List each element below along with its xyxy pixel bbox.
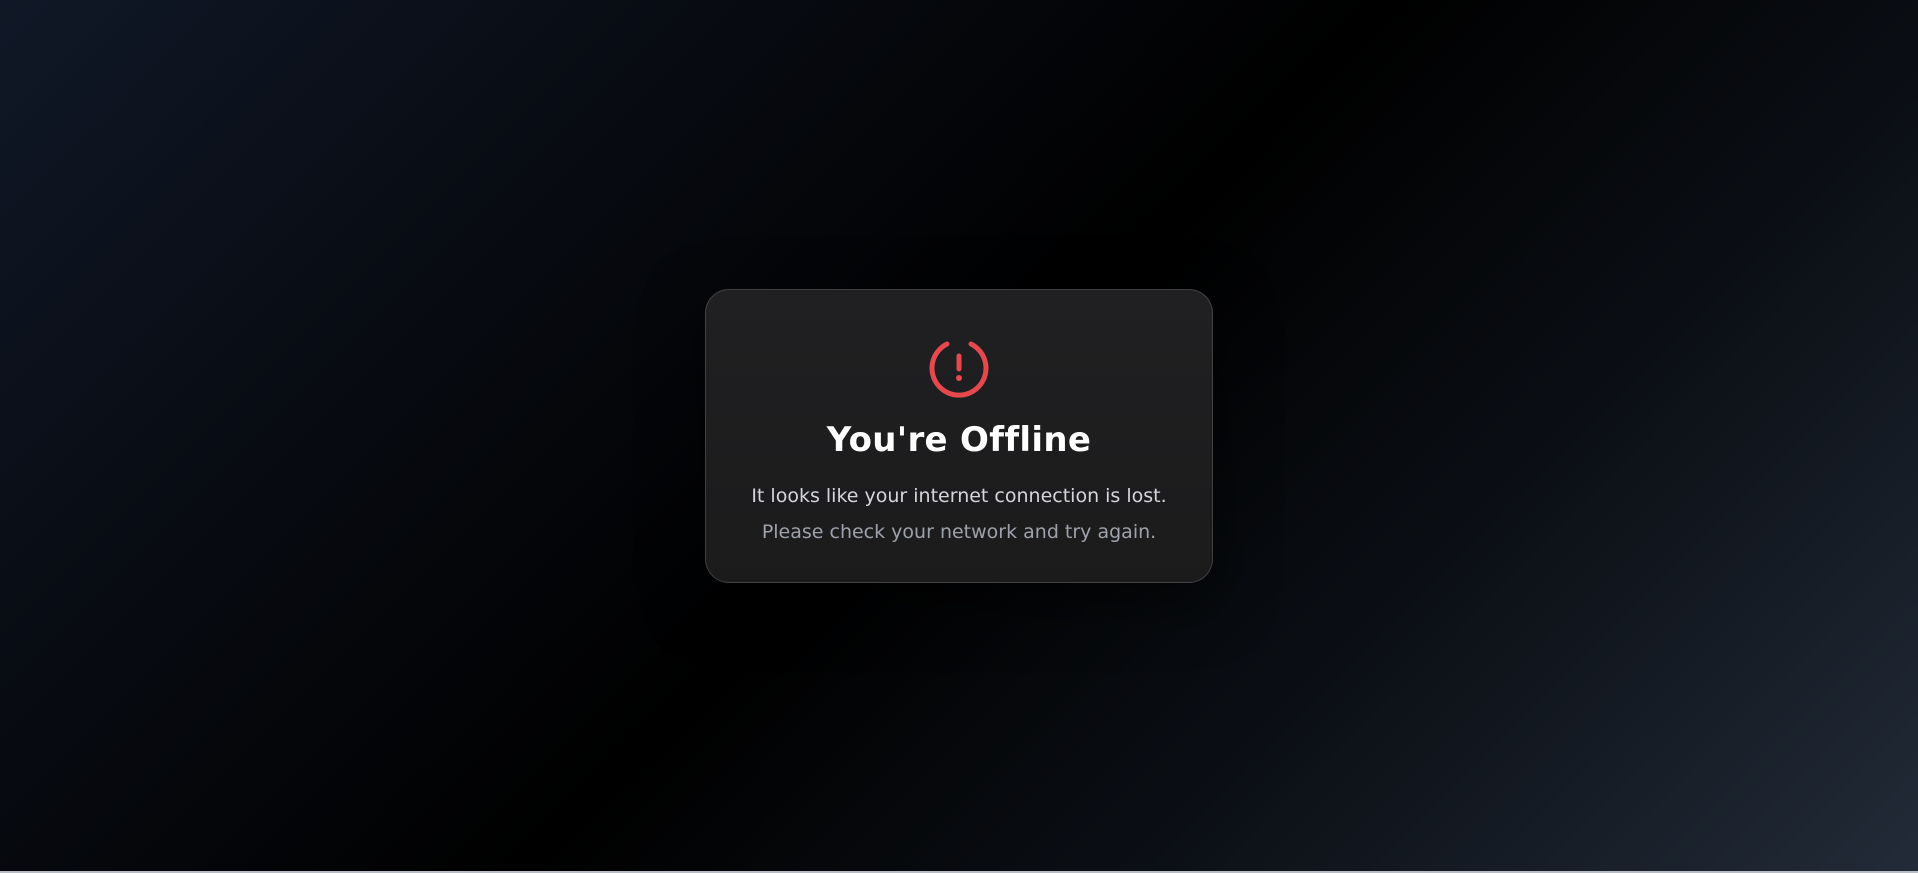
retry-instruction-message: Please check your network and try again. xyxy=(761,520,1157,543)
offline-card: You're Offline It looks like your intern… xyxy=(705,288,1213,583)
connection-lost-message: It looks like your internet connection i… xyxy=(751,484,1167,507)
power-alert-icon xyxy=(928,336,990,398)
offline-screen: You're Offline It looks like your intern… xyxy=(0,0,1918,871)
offline-title: You're Offline xyxy=(826,419,1092,460)
